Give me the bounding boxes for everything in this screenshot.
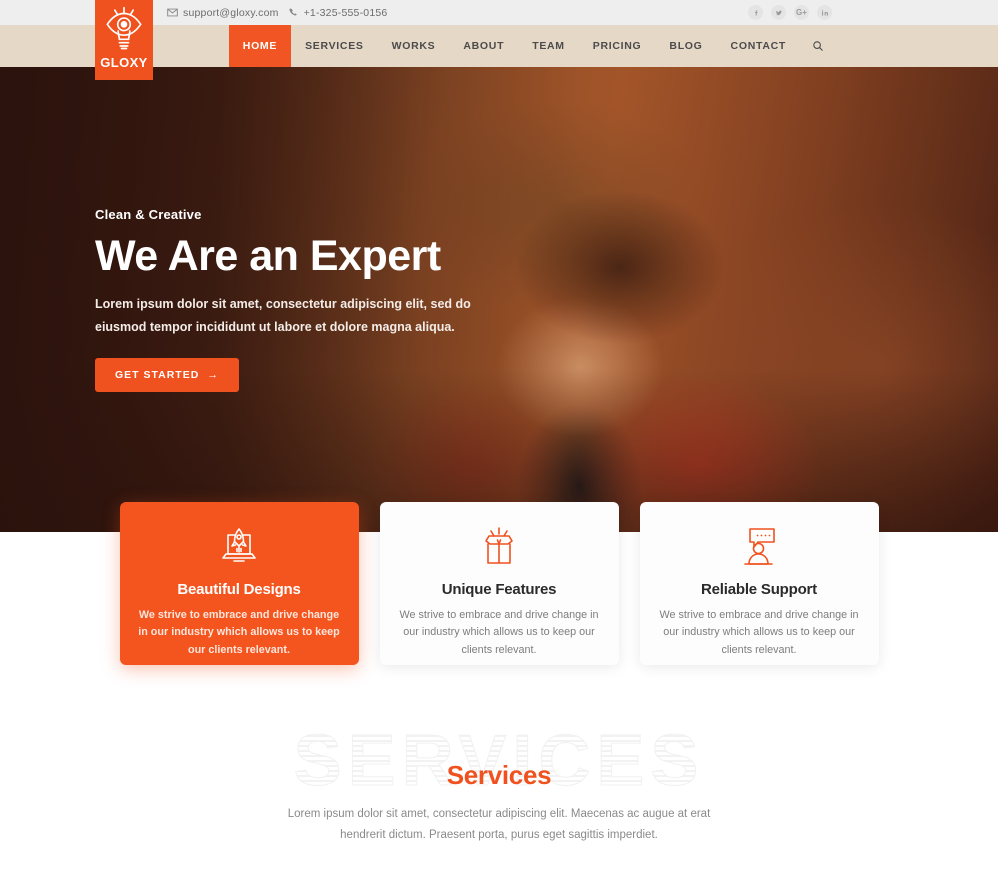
services-title: Services — [446, 760, 552, 790]
contact-phone[interactable]: +1-325-555-0156 — [288, 7, 388, 19]
feature-title: Unique Features — [441, 581, 557, 598]
feature-title: Beautiful Designs — [177, 581, 301, 598]
nav-item-team[interactable]: TEAM — [518, 25, 579, 67]
contact-email-text: support@gloxy.com — [183, 6, 279, 19]
eye-in-lightbulb-icon — [104, 6, 144, 54]
nav-item-services[interactable]: SERVICES — [291, 25, 378, 67]
hero-title: We Are an Expert — [95, 232, 441, 280]
feature-text: We strive to embrace and drive change in… — [399, 609, 599, 656]
support-person-chat-icon — [736, 524, 782, 569]
get-started-button[interactable]: GET STARTED → — [95, 358, 239, 392]
nav-item-contact[interactable]: CONTACT — [717, 25, 800, 67]
twitter-icon[interactable] — [771, 5, 786, 20]
linkedin-icon[interactable] — [817, 5, 832, 20]
contact-email[interactable]: support@gloxy.com — [167, 7, 279, 19]
rocket-laptop-icon — [216, 524, 262, 569]
nav-menu: HOME SERVICES WORKS ABOUT TEAM PRICING B… — [228, 25, 832, 67]
get-started-label: GET STARTED — [115, 369, 200, 381]
feature-card-beautiful-designs[interactable]: Beautiful Designs We strive to embrace a… — [119, 502, 359, 665]
feature-card-unique-features[interactable]: Unique Features We strive to embrace and… — [379, 502, 619, 665]
topbar-contact-group: support@gloxy.com +1-325-555-0156 — [167, 0, 387, 25]
feature-title: Reliable Support — [701, 581, 817, 598]
brand-name: GLOXY — [100, 55, 148, 70]
services-section: SERVICES Services Lorem ipsum dolor sit … — [0, 667, 998, 872]
nav-item-works[interactable]: WORKS — [378, 25, 450, 67]
social-links: G+ — [748, 0, 832, 25]
services-subtitle: Lorem ipsum dolor sit amet, consectetur … — [287, 808, 711, 841]
feature-cards: Beautiful Designs We strive to embrace a… — [0, 502, 998, 667]
nav-item-pricing[interactable]: PRICING — [579, 25, 656, 67]
feature-text: We strive to embrace and drive change in… — [138, 609, 340, 656]
phone-icon — [288, 7, 299, 18]
brand-logo[interactable]: GLOXY — [95, 0, 153, 80]
google-plus-icon[interactable]: G+ — [794, 5, 809, 20]
hero-kicker: Clean & Creative — [95, 207, 202, 222]
hero-subtitle: Lorem ipsum dolor sit amet, consectetur … — [95, 297, 471, 335]
hero-section: Clean & Creative We Are an Expert Lorem … — [0, 67, 998, 532]
nav-item-blog[interactable]: BLOG — [655, 25, 716, 67]
nav-item-about[interactable]: ABOUT — [449, 25, 518, 67]
nav-item-home[interactable]: HOME — [228, 25, 292, 67]
search-icon[interactable] — [800, 25, 832, 67]
open-gift-box-icon — [476, 524, 522, 569]
hero-content: Clean & Creative We Are an Expert Lorem … — [95, 67, 615, 532]
feature-text: We strive to embrace and drive change in… — [659, 609, 859, 656]
contact-phone-text: +1-325-555-0156 — [303, 6, 388, 19]
envelope-icon — [167, 7, 178, 18]
facebook-icon[interactable] — [748, 5, 763, 20]
arrow-right-icon: → — [207, 369, 219, 381]
feature-card-reliable-support[interactable]: Reliable Support We strive to embrace an… — [639, 502, 879, 665]
